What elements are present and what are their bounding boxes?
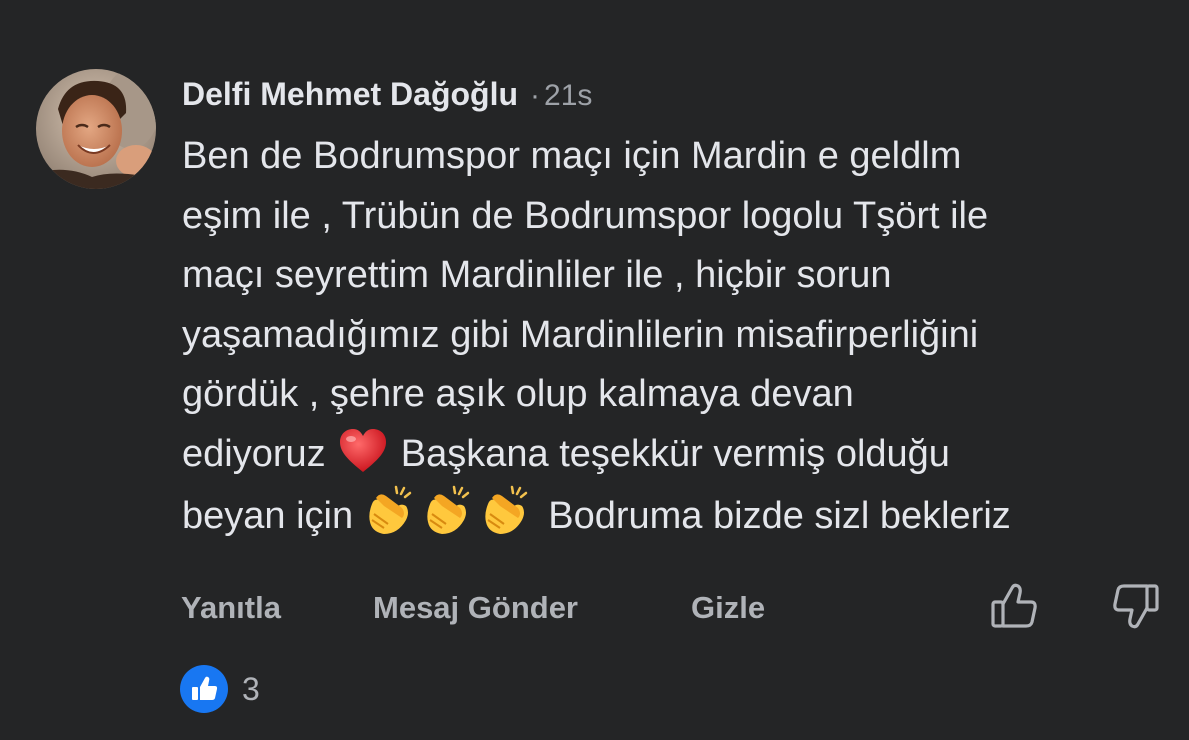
clapping-hands-emoji-icon: [482, 484, 536, 555]
comment-line: eşim ile , Trübün de Bodrumspor logolu T…: [182, 194, 989, 237]
comment-text-segment: ediyoruz: [182, 432, 326, 475]
comment-line: yaşamadığımız gibi Mardinlilerin misafir…: [182, 313, 979, 356]
comment-text-segment: beyan için: [182, 495, 354, 537]
send-message-button[interactable]: Mesaj Gönder: [373, 586, 578, 630]
comment-line: gördük , şehre aşık olup kalmaya devan: [182, 373, 854, 415]
comment-text-segment: Bodruma bizde sizl bekleriz: [548, 495, 1011, 537]
avatar-photo: [36, 69, 156, 189]
thumbs-down-outline-icon: [1113, 584, 1159, 629]
comment-text-segment: Başkana teşekkür vermiş olduğu: [400, 432, 950, 475]
reaction-count: 3: [242, 670, 260, 707]
hide-button[interactable]: Gizle: [691, 586, 765, 630]
timestamp[interactable]: 21s: [544, 79, 592, 112]
comment-line: beyan için Bodruma bizde sizl bekleriz: [182, 484, 1182, 544]
avatar[interactable]: [36, 69, 156, 189]
thumbs-up-outline-icon: [991, 583, 1037, 628]
comment-header: Delfi Mehmet Dağoğlu · 21s: [182, 72, 592, 116]
clapping-hands-emoji-icon: [366, 484, 420, 555]
separator-dot: ·: [530, 79, 541, 112]
comment-line: maçı seyrettim Mardinliler ile , hiçbir …: [182, 254, 892, 296]
dislike-button[interactable]: [1110, 580, 1162, 632]
like-button[interactable]: [988, 580, 1040, 632]
reply-button[interactable]: Yanıtla: [181, 586, 281, 630]
reaction-summary[interactable]: 3: [180, 665, 260, 713]
comment-line: ediyoruz Başkana teşekkür vermiş olduğu: [182, 425, 1182, 485]
author-name[interactable]: Delfi Mehmet Dağoğlu: [182, 76, 518, 112]
like-reaction-icon: [180, 665, 228, 713]
comment-text: Ben de Bodrumspor maçı için Mardin e gel…: [182, 127, 1182, 544]
clapping-hands-emoji-icon: [424, 484, 478, 555]
heart-emoji-icon: [338, 428, 388, 493]
comment-line: Ben de Bodrumspor maçı için Mardin e gel…: [182, 135, 962, 177]
